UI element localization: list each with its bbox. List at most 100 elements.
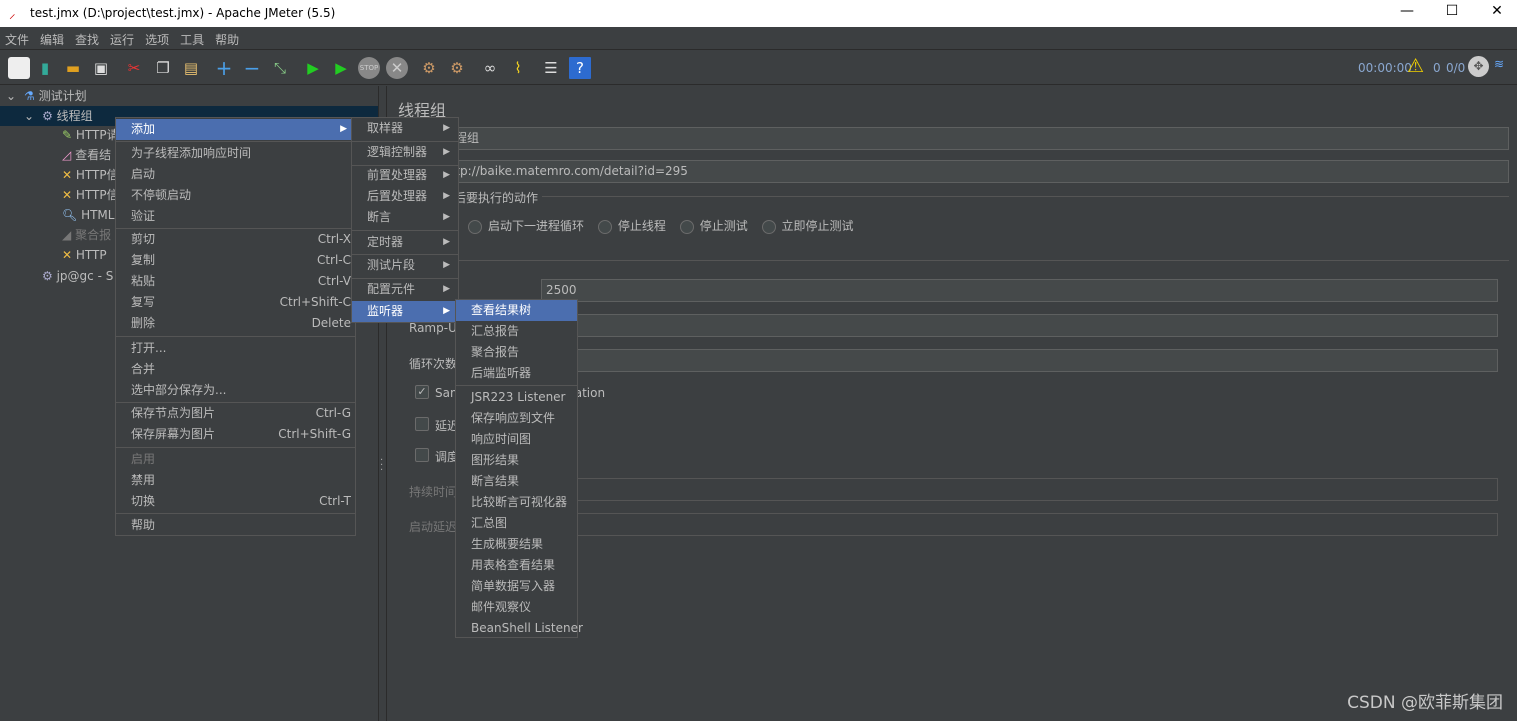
cut-icon[interactable]: ✂ <box>123 57 145 79</box>
comment-field[interactable]: http://baike.matemro.com/detail?id=295 <box>438 160 1509 183</box>
new-icon[interactable] <box>8 57 30 79</box>
function-helper-icon[interactable]: ☰ <box>540 57 562 79</box>
menu-item-test-fragment[interactable]: 测试片段 ▶ <box>352 255 458 276</box>
menu-item-listener[interactable]: 监听器 ▶ <box>352 301 458 322</box>
clear-all-icon[interactable]: ⚙ <box>446 57 468 79</box>
radio-start-next-loop[interactable] <box>468 219 482 234</box>
minimize-button[interactable]: — <box>1392 3 1422 23</box>
stop-icon[interactable]: STOP <box>358 57 380 79</box>
menu-item-comparison-assertion-visualizer[interactable]: 比较断言可视化器 <box>456 492 577 513</box>
menu-item-assertion[interactable]: 断言 ▶ <box>352 207 458 228</box>
log-viewer-icon[interactable]: ≋ <box>1494 57 1504 71</box>
submenu-arrow-icon: ▶ <box>443 191 450 201</box>
menu-tools[interactable]: 工具 <box>175 27 210 48</box>
expand-icon[interactable]: + <box>213 57 235 79</box>
menu-item-backend-listener[interactable]: 后端监听器 <box>456 363 577 384</box>
toggle-icon[interactable]: ⤡ <box>269 57 291 79</box>
maximize-button[interactable]: ☐ <box>1437 3 1467 23</box>
menu-help[interactable]: 帮助 <box>210 27 245 48</box>
menu-item-aggregate-graph[interactable]: 汇总图 <box>456 513 577 534</box>
wrench-icon: ✕ <box>62 248 73 262</box>
radio-stop-test-now[interactable] <box>761 219 776 234</box>
menu-item-response-time-graph[interactable]: 响应时间图 <box>456 429 577 450</box>
menu-item-toggle[interactable]: 切换 Ctrl-T <box>116 491 355 512</box>
menu-item-simple-data-writer[interactable]: 简单数据写入器 <box>456 576 577 597</box>
listener-submenu: 查看结果树 汇总报告 聚合报告 后端监听器 JSR223 Listener 保存… <box>455 299 583 639</box>
delay-thread-checkbox[interactable] <box>415 417 429 431</box>
menu-item-add[interactable]: 添加 ▶ <box>116 119 355 140</box>
radio-stop-test[interactable] <box>679 219 694 234</box>
menu-item-disable[interactable]: 禁用 <box>116 470 355 491</box>
menu-item-jsr223-listener[interactable]: JSR223 Listener <box>456 387 577 408</box>
menu-item-pre-processor[interactable]: 前置处理器 ▶ <box>352 165 458 186</box>
thread-count-field[interactable]: 2500 <box>541 279 1498 302</box>
menu-item-start-no-pause[interactable]: 不停顿启动 <box>116 185 355 206</box>
submenu-arrow-icon: ▶ <box>443 306 450 316</box>
close-button[interactable]: ✕ <box>1482 3 1512 23</box>
start-no-pause-icon[interactable]: ▶ <box>330 57 352 79</box>
same-user-checkbox[interactable]: ✓ <box>415 385 429 399</box>
collapse-icon[interactable]: − <box>241 57 263 79</box>
menu-item-save-responses[interactable]: 保存响应到文件 <box>456 408 577 429</box>
loop-count-field[interactable] <box>541 349 1498 372</box>
add-submenu: 取样器 ▶ 逻辑控制器 ▶ 前置处理器 ▶ 后置处理器 ▶ 断言 ▶ 定时器 ▶ 测试片段 ▶… <box>351 117 459 323</box>
menu-file[interactable]: 文件 <box>0 27 35 48</box>
menu-item-logic-controller[interactable]: 逻辑控制器 ▶ <box>352 142 458 163</box>
menu-item-add-think-time[interactable]: 为子线程添加响应时间 <box>116 143 355 164</box>
gear-icon: ⚙ <box>42 269 53 283</box>
menu-item-save-screen-image[interactable]: 保存屏幕为图片 Ctrl+Shift-G <box>116 424 355 445</box>
warning-icon[interactable]: ⚠ <box>1407 55 1424 77</box>
rampup-field[interactable] <box>541 314 1498 337</box>
menu-item-open[interactable]: 打开... <box>116 338 355 359</box>
menu-item-generate-summary[interactable]: 生成概要结果 <box>456 534 577 555</box>
clear-icon[interactable]: ⚙ <box>418 57 440 79</box>
menu-search[interactable]: 查找 <box>70 27 105 48</box>
menu-item-graph-results[interactable]: 图形结果 <box>456 450 577 471</box>
menu-options[interactable]: 选项 <box>140 27 175 48</box>
help-icon[interactable]: ? <box>569 57 591 79</box>
menu-item-config-element[interactable]: 配置元件 ▶ <box>352 279 458 300</box>
menu-item-cut[interactable]: 剪切 Ctrl-X <box>116 229 355 250</box>
menu-item-save-selection[interactable]: 选中部分保存为... <box>116 380 355 401</box>
name-field[interactable]: 线程组 <box>438 127 1509 150</box>
submenu-arrow-icon: ▶ <box>443 147 450 157</box>
menu-run[interactable]: 运行 <box>105 27 140 48</box>
menu-item-save-node-image[interactable]: 保存节点为图片 Ctrl-G <box>116 403 355 424</box>
paste-icon[interactable]: ▤ <box>180 57 202 79</box>
menu-item-start[interactable]: 启动 <box>116 164 355 185</box>
menu-item-aggregate-report[interactable]: 聚合报告 <box>456 342 577 363</box>
menu-item-merge[interactable]: 合并 <box>116 359 355 380</box>
menu-item-validate[interactable]: 验证 <box>116 206 355 227</box>
open-icon[interactable]: ▬ <box>62 57 84 79</box>
menu-edit[interactable]: 编辑 <box>35 27 70 48</box>
menu-item-beanshell-listener[interactable]: BeanShell Listener <box>456 618 583 639</box>
menu-item-mailer-visualizer[interactable]: 邮件观察仪 <box>456 597 577 618</box>
menu-item-delete[interactable]: 删除 Delete <box>116 313 355 334</box>
reset-search-icon[interactable]: ⌇ <box>507 57 529 79</box>
menu-item-paste[interactable]: 粘贴 Ctrl-V <box>116 271 355 292</box>
startup-delay-field[interactable] <box>541 513 1498 536</box>
pipette-icon: ✎ <box>62 128 73 142</box>
menu-item-view-results-tree[interactable]: 查看结果树 <box>456 300 577 321</box>
menu-item-sampler[interactable]: 取样器 ▶ <box>352 118 458 139</box>
menu-item-summary-report[interactable]: 汇总报告 <box>456 321 577 342</box>
menu-item-help[interactable]: 帮助 <box>116 515 355 536</box>
menu-item-assertion-results[interactable]: 断言结果 <box>456 471 577 492</box>
menu-item-copy[interactable]: 复制 Ctrl-C <box>116 250 355 271</box>
menu-item-post-processor[interactable]: 后置处理器 ▶ <box>352 186 458 207</box>
search-icon[interactable]: ∞ <box>479 57 501 79</box>
menu-item-timer[interactable]: 定时器 ▶ <box>352 232 458 253</box>
remote-status-icon: ✥ <box>1468 56 1489 77</box>
save-icon[interactable]: ▣ <box>90 57 112 79</box>
shutdown-icon[interactable]: ✕ <box>386 57 408 79</box>
tree-node-test-plan[interactable]: ⌄ ⚗ 测试计划 <box>0 86 378 106</box>
templates-icon[interactable]: ▮ <box>34 57 56 79</box>
start-icon[interactable]: ▶ <box>302 57 324 79</box>
title-bar: ⸝ test.jmx (D:\project\test.jmx) - Apach… <box>0 0 1517 27</box>
radio-stop-thread[interactable] <box>597 219 612 234</box>
scheduler-checkbox[interactable] <box>415 448 429 462</box>
menu-item-view-results-table[interactable]: 用表格查看结果 <box>456 555 577 576</box>
duration-field[interactable] <box>541 478 1498 501</box>
menu-item-duplicate[interactable]: 复写 Ctrl+Shift-C <box>116 292 355 313</box>
copy-icon[interactable]: ❐ <box>152 57 174 79</box>
